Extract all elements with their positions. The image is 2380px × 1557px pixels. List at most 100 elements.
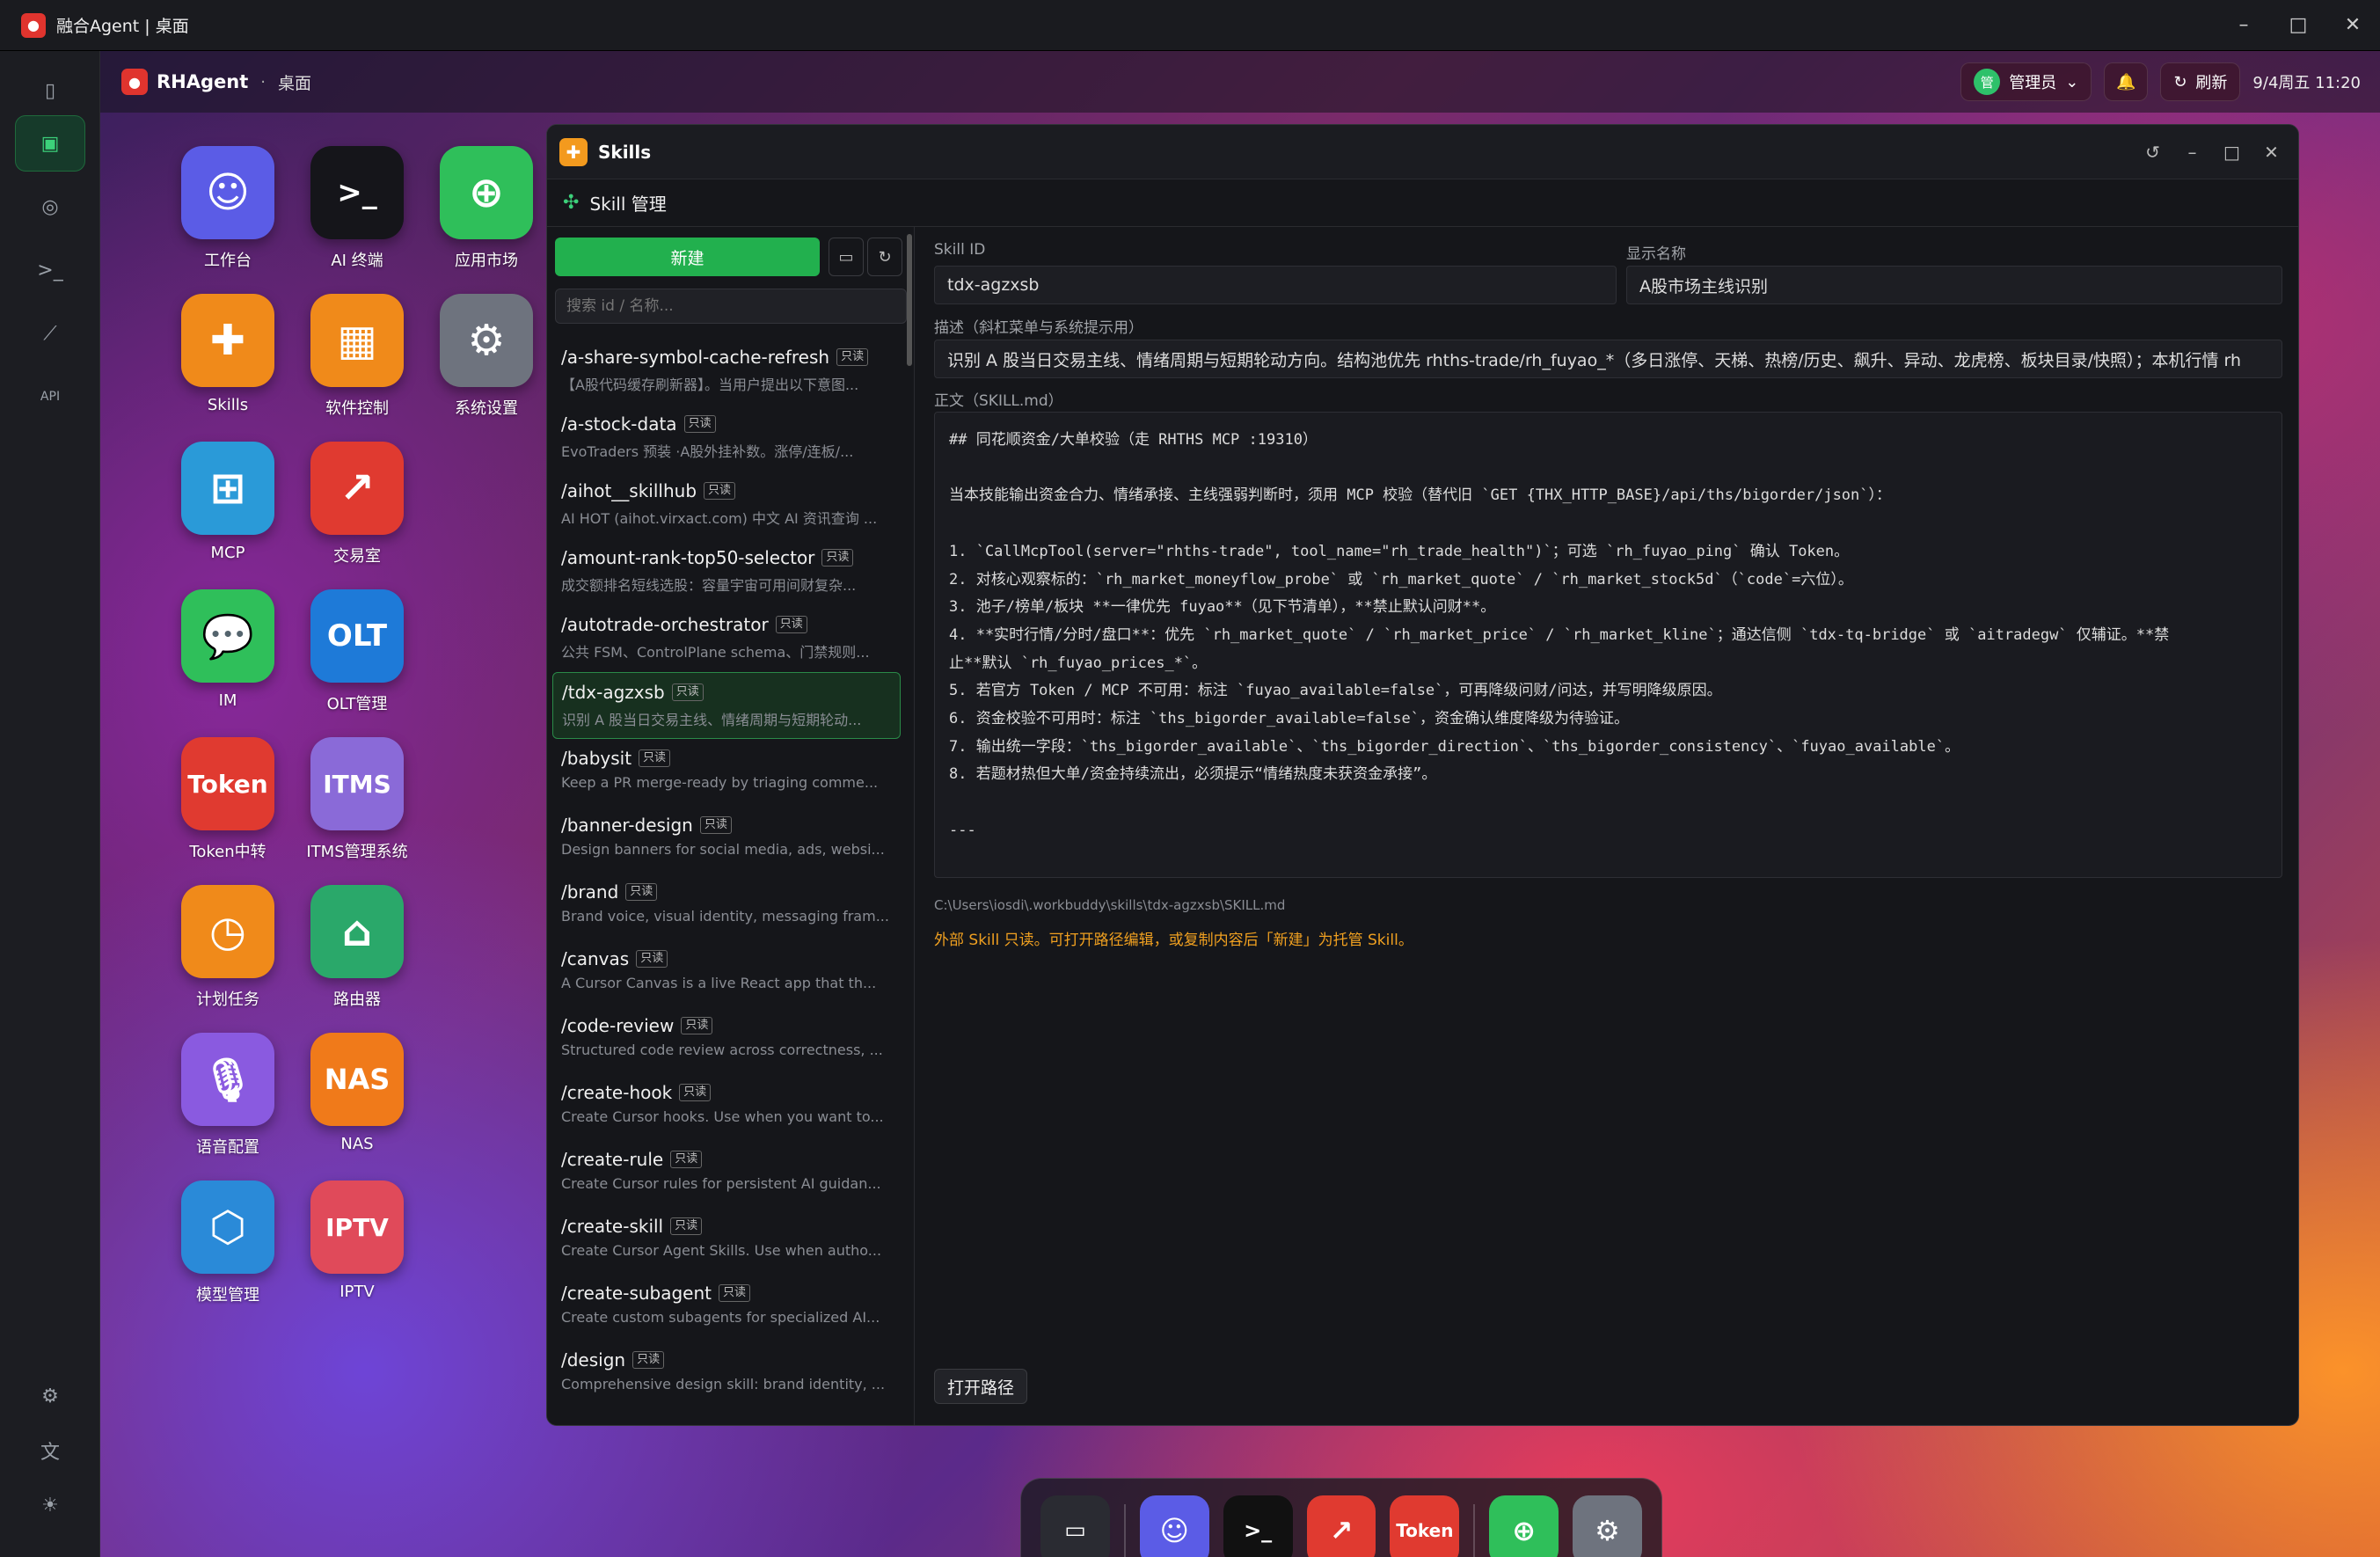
gear-icon[interactable]: ⚙ [15,1368,85,1424]
desktop-icon-router[interactable]: ⌂ 路由器 [291,885,423,1010]
body-line: 1. `CallMcpTool(server="rhths-trade", to… [949,542,1850,560]
body-line [949,789,2267,817]
skill-list-item[interactable]: /amount-rank-top50-selector 只读 成交额排名短线选股：容… [552,538,901,605]
skills-list: /a-share-symbol-cache-refresh 只读 【A股代码缓存刷新… [552,338,901,1407]
sun-icon[interactable]: ☀ [15,1477,85,1533]
body-line: 4. **实时行情/分时/盘口**：优先 `rh_market_quote` /… [949,625,2170,644]
chart-icon[interactable]: ⟋ [15,305,85,362]
clock: 9/4周五 11:20 [2252,74,2361,92]
iptv-icon: IPTV [310,1181,404,1274]
skill-list-item[interactable]: /a-stock-data 只读 EvoTraders 预装 ·A股外挂补数。涨停/… [552,405,901,471]
puzzle-icon: ✚ [559,137,588,166]
skill-description: 识别 A 股当日交易主线、情绪周期与短期轮动... [562,712,862,728]
maximize-icon[interactable]: □ [2212,142,2252,163]
desktop-icon-iptv[interactable]: IPTV IPTV [291,1181,423,1301]
refresh-label: 刷新 [2195,74,2228,92]
skill-list-item[interactable]: /create-hook 只读 Create Cursor hooks. Use w… [552,1073,901,1140]
search-input[interactable] [555,289,907,324]
skill-list-item[interactable]: /create-rule 只读 Create Cursor rules for pe… [552,1140,901,1207]
skill-list-item[interactable]: /tdx-agzxsb 只读 识别 A 股当日交易主线、情绪周期与短期轮动... [552,672,901,739]
desktop-icon-nas[interactable]: NAS NAS [291,1033,423,1153]
skill-body-editor[interactable]: ## 同花顺资金/大单校验（走 RHTHS MCP :19310） 当本技能输出… [934,412,2282,878]
desktop-icon-software-control[interactable]: ▦ 软件控制 [291,294,423,419]
dock-ai-terminal-icon[interactable]: >_ [1223,1495,1293,1557]
dock-token-icon[interactable]: Token [1390,1495,1460,1557]
description-label: 描述（斜杠菜单与系统提示用） [934,319,1143,337]
skill-description: 公共 FSM、ControlPlane schema、门禁规则... [561,644,870,661]
desktop-icon-app-market[interactable]: ⊕ 应用市场 [420,146,552,271]
minimize-icon[interactable]: – [2216,14,2271,36]
sidebar-toggle-icon[interactable]: ▯ [15,69,85,113]
desktop-icon-trading[interactable]: ↗ 交易室 [291,442,423,567]
desktop-icon-system-settings[interactable]: ⚙ 系统设置 [420,294,552,419]
history-icon[interactable]: ↺ [2133,142,2172,163]
readonly-badge: 只读 [636,950,668,968]
desktop-icon-skills[interactable]: ✚ Skills [162,294,294,414]
dock-workbench-icon[interactable]: ☺ [1139,1495,1209,1557]
chevron-down-icon: ⌄ [2065,72,2079,91]
display-name-field[interactable]: A股市场主线识别 [1626,266,2282,304]
refresh-icon[interactable]: ↻ [867,238,902,276]
readonly-badge: 只读 [681,1017,713,1034]
skill-list-item[interactable]: /code-review 只读 Structured code review acr… [552,1006,901,1073]
desktop-icon-itms[interactable]: ITMS ITMS管理系统 [291,737,423,862]
router-icon: ⌂ [310,885,404,978]
list-scrollbar[interactable] [907,234,912,366]
refresh-button[interactable]: ↻ 刷新 [2160,62,2241,101]
app-logo-icon: ● [21,12,46,38]
api-icon[interactable]: API [15,369,85,425]
translate-icon[interactable]: 文 [15,1422,85,1479]
skill-list-item[interactable]: /babysit 只读 Keep a PR merge-ready by triag… [552,739,901,806]
readonly-warning: 外部 Skill 只读。可打开路径编辑，或复制内容后「新建」为托管 Skill。 [934,932,1413,949]
dock-trading-icon[interactable]: ↗ [1306,1495,1376,1557]
microphone-icon: 🎙 [181,1033,274,1126]
desktop-icon-im[interactable]: 💬 IM [162,589,294,710]
bell-icon[interactable]: 🔔 [2104,62,2149,101]
skill-list-item[interactable]: /brand 只读 Brand voice, visual identity, me… [552,873,901,939]
skill-list-item[interactable]: /design 只读 Comprehensive design skill: bra… [552,1341,901,1407]
body-line: 3. 池子/榜单/板块 **一律优先 fuyao**（见下节清单），**禁止默认… [949,598,1496,617]
skill-description: Design banners for social media, ads, we… [561,841,885,858]
skill-id-field[interactable]: tdx-agzxsb [934,266,1617,304]
user-menu[interactable]: 管 管理员 ⌄ [1960,62,2092,101]
skill-name: /design [561,1349,626,1371]
desktop-icon-voice[interactable]: 🎙 语音配置 [162,1033,294,1158]
desktop-icon-ai-terminal[interactable]: >_ AI 终端 [291,146,423,271]
skill-list-item[interactable]: /canvas 只读 A Cursor Canvas is a live React… [552,939,901,1006]
skill-list-item[interactable]: /aihot__skillhub 只读 AI HOT (aihot.virxact.… [552,471,901,538]
skill-list-item[interactable]: /autotrade-orchestrator 只读 公共 FSM、ControlP… [552,605,901,672]
skill-description: Brand voice, visual identity, messaging … [561,908,889,925]
desktop-icon-mcp[interactable]: ⊞ MCP [162,442,294,562]
desktop-icon-olt[interactable]: OLT OLT管理 [291,589,423,714]
folder-icon[interactable]: ▭ [829,238,864,276]
skill-name: /babysit [561,748,632,769]
skill-list-item[interactable]: /create-subagent 只读 Create custom subagent… [552,1274,901,1341]
skill-description: Create custom subagents for specialized … [561,1309,880,1326]
desktop-icon-schedule[interactable]: ◷ 计划任务 [162,885,294,1010]
skill-list-item[interactable]: /a-share-symbol-cache-refresh 只读 【A股代码缓存刷新… [552,338,901,405]
dock: ▭ ☺ >_ ↗ Token ⊕ ⚙ [1020,1478,1662,1557]
new-skill-button[interactable]: 新建 [555,238,820,276]
dock-app-market-icon[interactable]: ⊕ [1489,1495,1559,1557]
skill-list-item[interactable]: /create-skill 只读 Create Cursor Agent Skill… [552,1207,901,1274]
desktop-icon-token[interactable]: Token Token中转 [162,737,294,862]
close-icon[interactable]: ✕ [2325,14,2380,36]
readonly-badge: 只读 [836,348,869,366]
left-sidebar: ▯ ▣ ◎ >_ ⟋ API ⚙ 文 ☀ [0,51,100,1557]
skill-description: AI HOT (aihot.virxact.com) 中文 AI 资讯查询 ..… [561,510,878,527]
robot-icon[interactable]: ◎ [15,179,85,235]
close-icon[interactable]: ✕ [2252,142,2291,163]
dock-desktop-icon[interactable]: ▭ [1040,1495,1110,1557]
monitor-icon[interactable]: ▣ [15,115,85,172]
terminal-icon[interactable]: >_ [15,242,85,298]
desktop-icon-models[interactable]: ⬡ 模型管理 [162,1181,294,1305]
dock-settings-icon[interactable]: ⚙ [1573,1495,1642,1557]
open-path-button[interactable]: 打开路径 [934,1369,1028,1404]
maximize-icon[interactable]: □ [2271,14,2325,36]
desktop-icon-workbench[interactable]: ☺ 工作台 [162,146,294,271]
skill-list-item[interactable]: /banner-design 只读 Design banners for socia… [552,806,901,873]
skill-name: /create-skill [561,1216,664,1237]
minimize-icon[interactable]: – [2172,142,2212,163]
description-field[interactable]: 识别 A 股当日交易主线、情绪周期与短期轮动方向。结构池优先 rhths-tra… [934,340,2282,378]
skill-description: Comprehensive design skill: brand identi… [561,1376,886,1393]
